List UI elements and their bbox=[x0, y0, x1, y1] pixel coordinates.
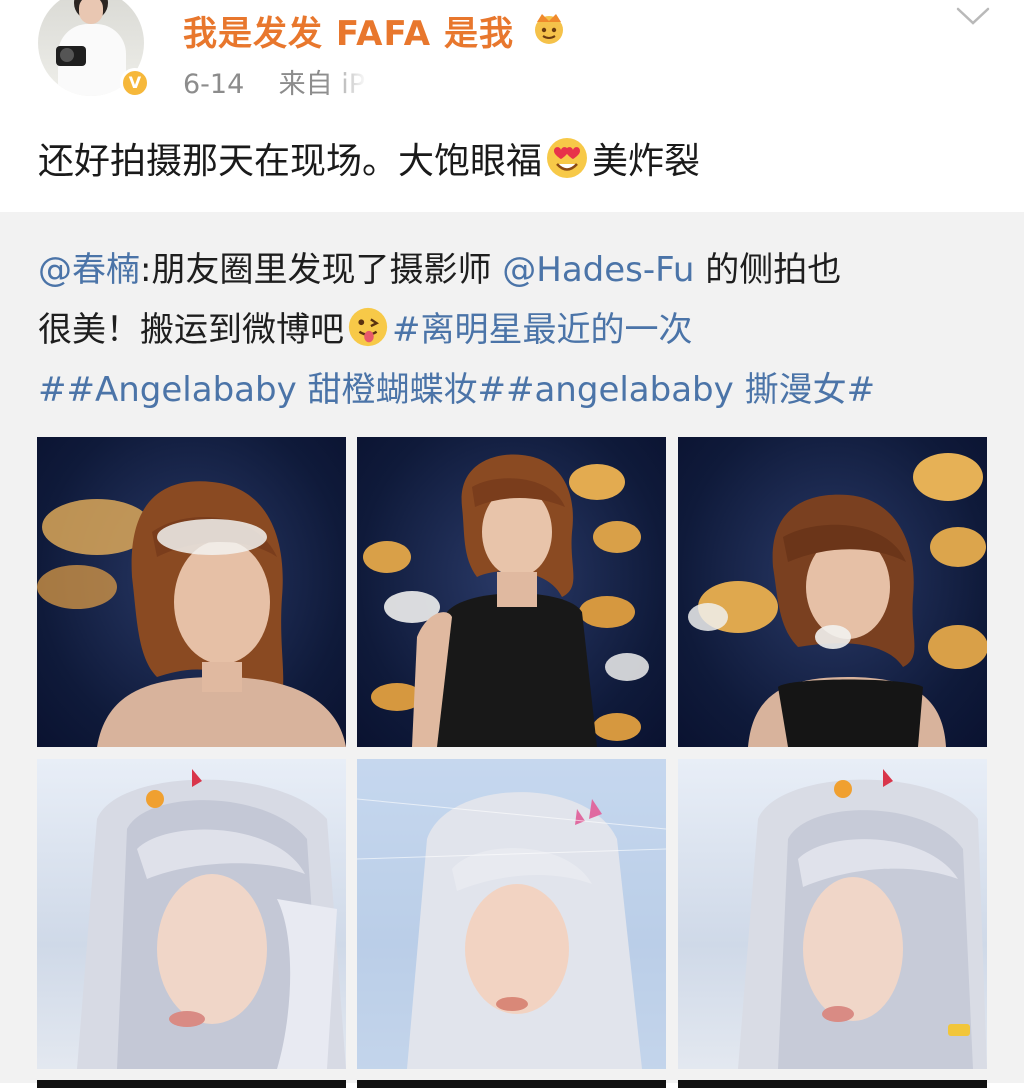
repost-text-2: 的侧拍也 bbox=[694, 250, 842, 290]
post-text: 还好拍摄那天在现场。大饱眼福 美炸裂 bbox=[38, 132, 700, 184]
photo-2[interactable] bbox=[357, 437, 666, 747]
verified-v-icon: V bbox=[120, 68, 150, 98]
post-text-tail: 美炸裂 bbox=[592, 141, 701, 182]
chevron-down-icon[interactable] bbox=[956, 6, 990, 26]
mention-photographer-link[interactable]: @Hades-Fu bbox=[502, 250, 694, 290]
photo-5[interactable] bbox=[357, 759, 666, 1069]
username[interactable]: 我是发发 FAFA 是我 bbox=[183, 6, 514, 55]
repost-card[interactable]: @春楠:朋友圈里发现了摄影师 @Hades-Fu 的侧拍也 很美！搬运到微博吧 … bbox=[0, 212, 1024, 1088]
hashtag-link-2[interactable]: ##Angelababy 甜橙蝴蝶妆# bbox=[38, 370, 506, 410]
post-date: 6-14 bbox=[183, 69, 245, 100]
photo-6[interactable] bbox=[678, 759, 987, 1069]
hashtag-link-3[interactable]: #angelababy 撕漫女# bbox=[506, 370, 875, 410]
photo-1[interactable] bbox=[37, 437, 346, 747]
photo-8-partial[interactable] bbox=[357, 1080, 666, 1088]
photo-3[interactable] bbox=[678, 437, 987, 747]
tongue-out-emoji-icon bbox=[348, 307, 388, 347]
photo-9-partial[interactable] bbox=[678, 1080, 987, 1088]
repost-text-3: 很美！搬运到微博吧 bbox=[38, 310, 344, 350]
heart-eyes-emoji-icon bbox=[547, 138, 588, 178]
post-text-main: 还好拍摄那天在现场。大饱眼福 bbox=[38, 141, 543, 182]
avatar[interactable]: V bbox=[38, 0, 150, 98]
repost-text-1: 朋友圈里发现了摄影师 bbox=[151, 250, 503, 290]
repost-colon: : bbox=[140, 250, 152, 290]
crown-icon bbox=[535, 14, 563, 44]
mention-author-link[interactable]: @春楠 bbox=[38, 250, 140, 290]
photo-4[interactable] bbox=[37, 759, 346, 1069]
post-meta: 6-14 来自 iP bbox=[183, 62, 396, 101]
repost-text: @春楠:朋友圈里发现了摄影师 @Hades-Fu 的侧拍也 很美！搬运到微博吧 … bbox=[38, 240, 988, 420]
hashtag-link-1[interactable]: #离明星最近的一次 bbox=[392, 310, 693, 350]
post-header: V 我是发发 FAFA 是我 6-14 来自 iP 还好拍摄那天在现场。大饱眼福… bbox=[0, 0, 1024, 212]
photo-7-partial[interactable] bbox=[37, 1080, 346, 1088]
image-grid bbox=[37, 437, 988, 1088]
